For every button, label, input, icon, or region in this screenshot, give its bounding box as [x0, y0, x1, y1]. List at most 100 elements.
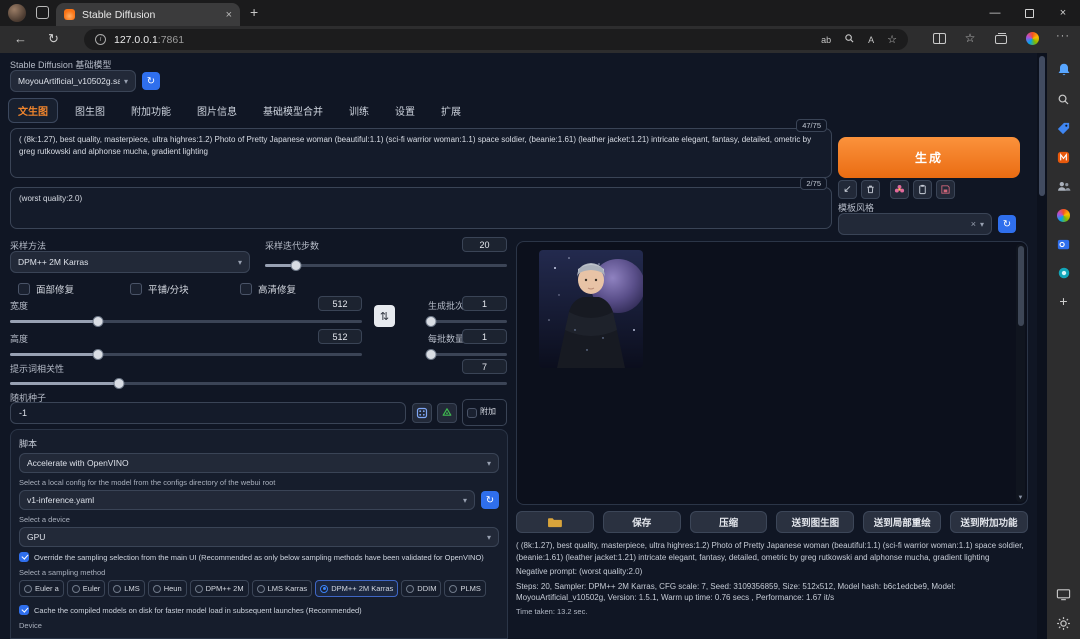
maximize-button[interactable] [1012, 0, 1046, 26]
page-scrollbar[interactable] [1037, 53, 1047, 639]
zip-button[interactable]: 压缩 [689, 511, 768, 533]
reuse-seed-recycle-button[interactable] [437, 403, 457, 423]
translate-icon[interactable]: ab [821, 35, 831, 45]
sampling-option-euler-a[interactable]: Euler a [19, 580, 64, 597]
config-refresh-button[interactable]: ↻ [481, 491, 499, 509]
batch-count-slider[interactable] [425, 315, 507, 327]
sidebar-search-icon[interactable] [1056, 91, 1072, 107]
sampling-option-lms-karras[interactable]: LMS Karras [251, 580, 313, 597]
page-scrollbar-thumb[interactable] [1039, 56, 1045, 196]
swap-dimensions-button[interactable]: ⇅ [374, 305, 395, 327]
steps-slider[interactable] [265, 259, 507, 271]
apply-style-button[interactable] [913, 180, 932, 199]
drop-icon[interactable] [1056, 265, 1072, 281]
site-info-icon[interactable]: i [95, 34, 106, 45]
back-button[interactable]: ← [14, 31, 27, 46]
close-button[interactable]: × [1046, 0, 1080, 26]
seed-input[interactable]: -1 [10, 402, 406, 424]
image-creator-icon[interactable] [1056, 207, 1072, 223]
minimize-button[interactable]: — [978, 0, 1012, 26]
new-tab-button[interactable]: + [250, 4, 258, 20]
workspaces-icon[interactable] [36, 6, 49, 19]
batch-size-input[interactable]: 1 [462, 329, 507, 344]
cfg-scale-slider[interactable] [10, 377, 507, 389]
shopping-tag-icon[interactable] [1056, 120, 1072, 136]
zoom-icon[interactable] [844, 33, 855, 46]
prompt-input[interactable]: ( (8k:1.27), best quality, masterpiece, … [10, 128, 832, 178]
width-slider[interactable] [10, 315, 362, 327]
cast-screen-icon[interactable] [1056, 586, 1072, 602]
sampler-dropdown[interactable]: DPM++ 2M Karras ▾ [10, 251, 250, 273]
generate-button[interactable]: 生成 [838, 137, 1020, 178]
open-folder-button[interactable] [516, 511, 594, 533]
profile-avatar[interactable] [8, 4, 26, 22]
script-dropdown[interactable]: Accelerate with OpenVINO ▾ [19, 453, 499, 473]
clear-prompt-button[interactable] [861, 180, 880, 199]
notifications-bell-icon[interactable] [1056, 62, 1072, 78]
hires-fix-label: 高清修复 [258, 285, 297, 296]
override-sampling-label: Override the sampling selection from the… [34, 552, 484, 562]
send-to-img2img-button[interactable]: 送到图生图 [776, 511, 855, 533]
restore-faces-checkbox[interactable]: 面部修复 [18, 282, 74, 296]
checkbox-box [18, 283, 30, 295]
outlook-icon[interactable] [1056, 236, 1072, 252]
sampling-option-dpm-2m-karras[interactable]: DPM++ 2M Karras [315, 580, 399, 597]
extra-networks-button[interactable] [890, 180, 909, 199]
read-aloud-icon[interactable]: A [868, 35, 874, 45]
config-dropdown[interactable]: v1-inference.yaml ▾ [19, 490, 475, 510]
batch-count-input[interactable]: 1 [462, 296, 507, 311]
override-sampling-checkbox[interactable]: Override the sampling selection from the… [19, 552, 499, 562]
negative-prompt-input[interactable]: (worst quality:2.0) [10, 187, 832, 229]
address-bar[interactable]: i 127.0.0.1:7861 ab A ☆ [84, 29, 908, 50]
random-seed-dice-button[interactable] [412, 403, 432, 423]
tab-favicon-icon [64, 9, 75, 20]
m365-icon[interactable] [1056, 149, 1072, 165]
seed-extra-checkbox[interactable]: 附加 [462, 399, 507, 426]
split-screen-icon[interactable] [931, 30, 947, 46]
cfg-scale-input[interactable]: 7 [462, 359, 507, 374]
generated-image[interactable] [539, 250, 643, 368]
height-slider[interactable] [10, 348, 362, 360]
width-input[interactable]: 512 [318, 296, 362, 311]
hires-fix-checkbox[interactable]: 高清修复 [240, 282, 296, 296]
sidebar-settings-gear-icon[interactable] [1056, 615, 1072, 631]
sampling-option-plms[interactable]: PLMS [444, 580, 486, 597]
gallery-scrollbar[interactable]: ▼ [1016, 244, 1025, 502]
script-value: Accelerate with OpenVINO [27, 458, 129, 468]
save-button[interactable]: 保存 [602, 511, 681, 533]
device-dropdown[interactable]: GPU ▾ [19, 527, 499, 547]
gallery-scrollbar-thumb[interactable] [1017, 246, 1024, 326]
browser-tab[interactable]: Stable Diffusion × [56, 3, 240, 26]
sampling-option-ddim[interactable]: DDIM [401, 580, 442, 597]
height-input[interactable]: 512 [318, 329, 362, 344]
browser-titlebar: Stable Diffusion × + — × [0, 0, 1080, 26]
styles-refresh-button[interactable]: ↻ [998, 215, 1016, 233]
styles-dropdown[interactable]: × ▾ [838, 213, 992, 235]
styles-clear-icon[interactable]: × [971, 219, 976, 229]
tiling-checkbox[interactable]: 平铺/分块 [130, 282, 189, 296]
favorites-icon[interactable]: ☆ [962, 30, 978, 46]
save-style-button[interactable] [936, 180, 955, 199]
scroll-down-icon[interactable]: ▼ [1016, 495, 1025, 501]
checkpoint-dropdown[interactable]: MoyouArtificial_v10502g.sa ▾ [10, 70, 136, 92]
radio-dot [406, 584, 415, 593]
output-gallery[interactable]: ▼ [516, 241, 1028, 505]
settings-more-icon[interactable]: ··· [1056, 30, 1070, 42]
tab-close-icon[interactable]: × [226, 9, 232, 21]
steps-input[interactable]: 20 [462, 237, 507, 252]
cache-models-checkbox[interactable]: Cache the compiled models on disk for fa… [19, 605, 499, 615]
paste-params-button[interactable]: ↙ [838, 180, 857, 199]
favorite-star-icon[interactable]: ☆ [887, 33, 897, 46]
checkpoint-refresh-button[interactable]: ↻ [142, 72, 160, 90]
collections-icon[interactable] [993, 30, 1009, 46]
send-to-inpaint-button[interactable]: 送到局部重绘 [863, 511, 942, 533]
sampling-option-heun[interactable]: Heun [147, 580, 187, 597]
sampling-option-euler[interactable]: Euler [66, 580, 106, 597]
sampling-option-dpm-2m[interactable]: DPM++ 2M [189, 580, 249, 597]
sampling-option-lms[interactable]: LMS [108, 580, 145, 597]
people-icon[interactable] [1056, 178, 1072, 194]
copilot-icon[interactable] [1024, 30, 1040, 46]
sidebar-add-icon[interactable]: + [1059, 294, 1067, 308]
refresh-button[interactable]: ↻ [48, 31, 59, 47]
send-to-extras-button[interactable]: 送到附加功能 [950, 511, 1028, 533]
